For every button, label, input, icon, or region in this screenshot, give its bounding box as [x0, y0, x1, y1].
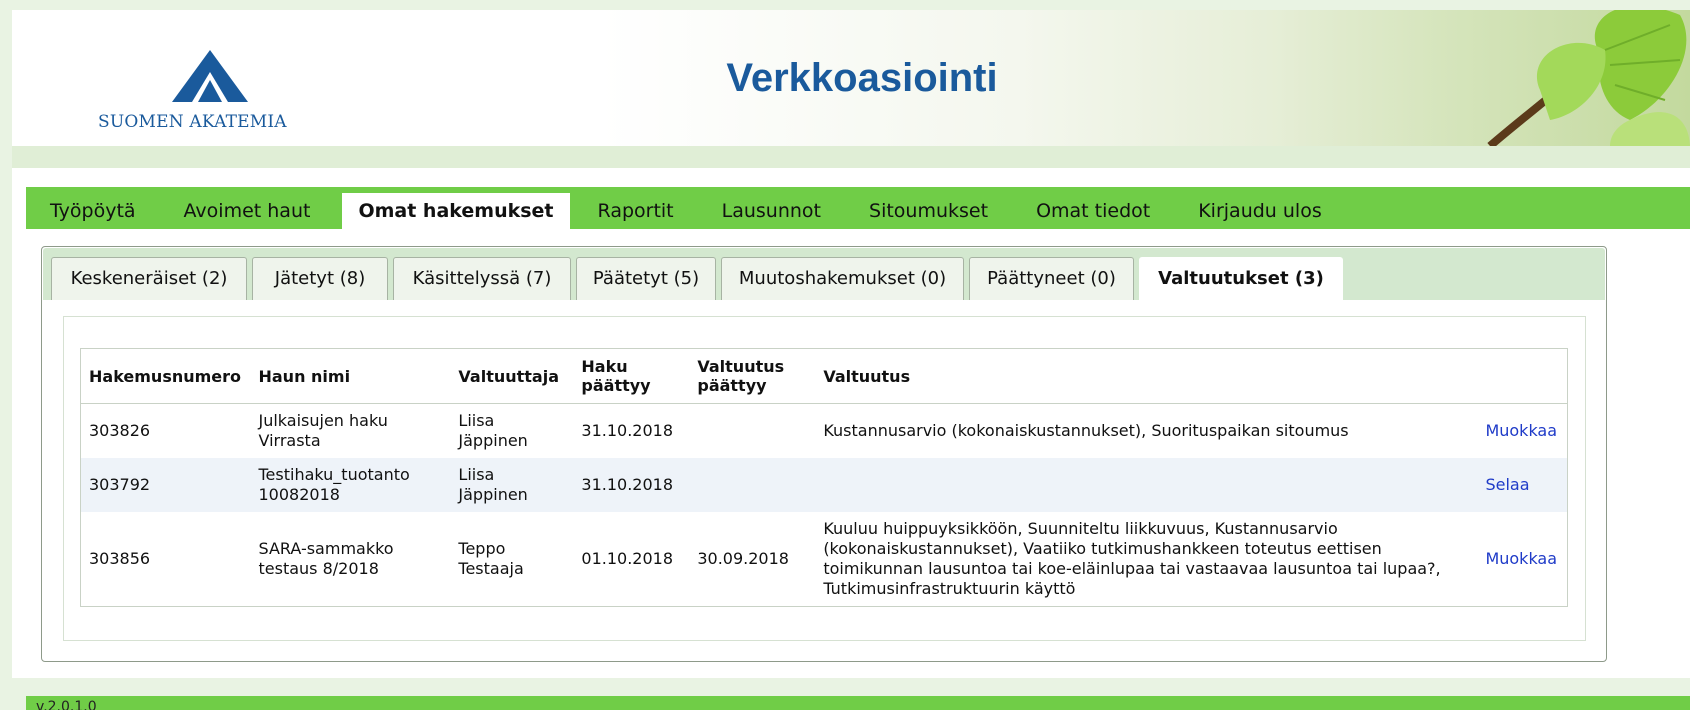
nav-omat-tiedot[interactable]: Omat tiedot: [1012, 193, 1174, 229]
nav-kirjaudu-ulos[interactable]: Kirjaudu ulos: [1174, 193, 1346, 229]
tab-jatetyt[interactable]: Jätetyt (8): [252, 257, 388, 300]
col-valtuuttaja[interactable]: Valtuuttaja: [450, 348, 574, 404]
cell-haku-paattyy: 01.10.2018: [581, 549, 673, 568]
cell-valtuutus-paattyy: 30.09.2018: [697, 549, 789, 568]
haun-nimi-line2: 10082018: [258, 485, 340, 504]
col-valtuutus-paattyy-line2: päättyy: [697, 376, 767, 395]
table-row: 303856 SARA-sammakko testaus 8/2018 Teppo…: [81, 512, 1568, 607]
tab-muutoshakemukset[interactable]: Muutoshakemukset (0): [721, 257, 964, 300]
cell-hakemusnumero: 303826: [89, 421, 151, 440]
valtuutus-line: (kokonaiskustannukset), Vaatiiko tutkimu…: [823, 539, 1382, 558]
col-hakemusnumero[interactable]: Hakemusnumero: [80, 348, 251, 404]
valtuuttaja-line1: Liisa: [458, 411, 495, 430]
haun-nimi-line2: Virrasta: [258, 431, 321, 450]
table-row: 303826 Julkaisujen haku Virrasta Liisa Jäp…: [81, 404, 1568, 459]
cell-valtuuttaja: Liisa Jäppinen: [450, 404, 573, 459]
table-header-row: Hakemusnumero Haun nimi Valtuuttaja Haku…: [80, 348, 1568, 404]
haun-nimi-line1: SARA-sammakko: [258, 539, 394, 558]
nav-avoimet-haut[interactable]: Avoimet haut: [160, 193, 335, 229]
haun-nimi-line1: Testihaku_tuotanto: [258, 465, 410, 484]
nav-sitoumukset[interactable]: Sitoumukset: [845, 193, 1012, 229]
cell-hakemusnumero: 303792: [80, 458, 251, 512]
col-valtuutus-paattyy-line1: Valtuutus: [697, 357, 785, 376]
valtuuttaja-line2: Testaaja: [458, 559, 524, 578]
valtuutus-line: toimikunnan lausuntoa tai koe-eläinlupaa…: [823, 559, 1441, 578]
version-label: v.2.0.1.0: [36, 699, 97, 710]
tab-keskeneraiset[interactable]: Keskeneräiset (2): [51, 257, 247, 300]
cell-valtuutus: Kustannusarvio (kokonaiskustannukset), S…: [823, 421, 1349, 440]
col-haku-paattyy-line2: päättyy: [581, 376, 651, 395]
logo-text: SUOMEN AKATEMIA: [98, 112, 287, 132]
cell-valtuuttaja: Liisa Jäppinen: [450, 458, 574, 512]
col-haun-nimi[interactable]: Haun nimi: [250, 348, 451, 404]
nav-tyopoyta[interactable]: Työpöytä: [26, 193, 160, 229]
cell-action: Muokkaa: [1477, 512, 1567, 607]
selaa-link[interactable]: Selaa: [1485, 475, 1529, 494]
site-header: SUOMEN AKATEMIA Verkkoasiointi: [12, 10, 1690, 146]
valtuutus-line: Kuuluu huippuyksikköön, Suunniteltu liik…: [823, 519, 1338, 538]
application-status-tabs: Keskeneräiset (2) Jätetyt (8) Käsittelys…: [43, 248, 1605, 300]
cell-valtuutus: [815, 458, 1478, 512]
header-separator: [12, 146, 1690, 168]
valtuuttaja-line2: Jäppinen: [458, 431, 528, 450]
valtuuttaja-line1: Liisa: [458, 465, 495, 484]
col-haku-paattyy-line1: Haku: [581, 357, 628, 376]
valtuutus-line: Tutkimusinfrastruktuurin käyttö: [823, 579, 1076, 598]
cell-valtuutus-paattyy: [689, 458, 816, 512]
main-navigation: Työpöytä Avoimet haut Omat hakemukset Ra…: [26, 187, 1690, 229]
muokkaa-link[interactable]: Muokkaa: [1485, 549, 1557, 568]
valtuuttaja-line2: Jäppinen: [458, 485, 528, 504]
nav-omat-hakemukset[interactable]: Omat hakemukset: [342, 193, 570, 229]
col-valtuutus[interactable]: Valtuutus: [815, 348, 1478, 404]
cell-haun-nimi: Testihaku_tuotanto 10082018: [250, 458, 451, 512]
col-haku-paattyy[interactable]: Haku päättyy: [573, 348, 690, 404]
cell-valtuutus: Kuuluu huippuyksikköön, Suunniteltu liik…: [815, 512, 1477, 607]
table-row: 303792 Testihaku_tuotanto 10082018 Liisa J…: [80, 458, 1568, 512]
leaf-decoration-icon: [1487, 10, 1690, 146]
haun-nimi-line2: testaus 8/2018: [258, 559, 379, 578]
cell-haku-paattyy: 31.10.2018: [581, 421, 673, 440]
col-valtuutus-paattyy[interactable]: Valtuutus päättyy: [689, 348, 816, 404]
col-action: [1477, 348, 1568, 404]
tab-paatetyt[interactable]: Päätetyt (5): [576, 257, 716, 300]
tab-kasittelyssa[interactable]: Käsittelyssä (7): [393, 257, 571, 300]
cell-hakemusnumero: 303856: [89, 549, 151, 568]
cell-valtuutus-paattyy: [689, 404, 815, 459]
cell-action: Selaa: [1477, 458, 1568, 512]
tab-paattyneet[interactable]: Päättyneet (0): [969, 257, 1134, 300]
muokkaa-link[interactable]: Muokkaa: [1485, 421, 1557, 440]
footer-bar: v.2.0.1.0: [26, 696, 1690, 710]
tab-valtuutukset[interactable]: Valtuutukset (3): [1139, 257, 1343, 300]
nav-raportit[interactable]: Raportit: [574, 193, 698, 229]
cell-haun-nimi: Julkaisujen haku Virrasta: [250, 404, 450, 459]
cell-haun-nimi: SARA-sammakko testaus 8/2018: [250, 512, 450, 607]
haun-nimi-line1: Julkaisujen haku: [258, 411, 388, 430]
authorizations-table: Hakemusnumero Haun nimi Valtuuttaja Haku…: [80, 348, 1568, 607]
cell-action: Muokkaa: [1477, 404, 1567, 459]
cell-haku-paattyy: 31.10.2018: [573, 458, 690, 512]
valtuuttaja-line1: Teppo: [458, 539, 506, 558]
cell-valtuuttaja: Teppo Testaaja: [450, 512, 573, 607]
nav-lausunnot[interactable]: Lausunnot: [698, 193, 845, 229]
